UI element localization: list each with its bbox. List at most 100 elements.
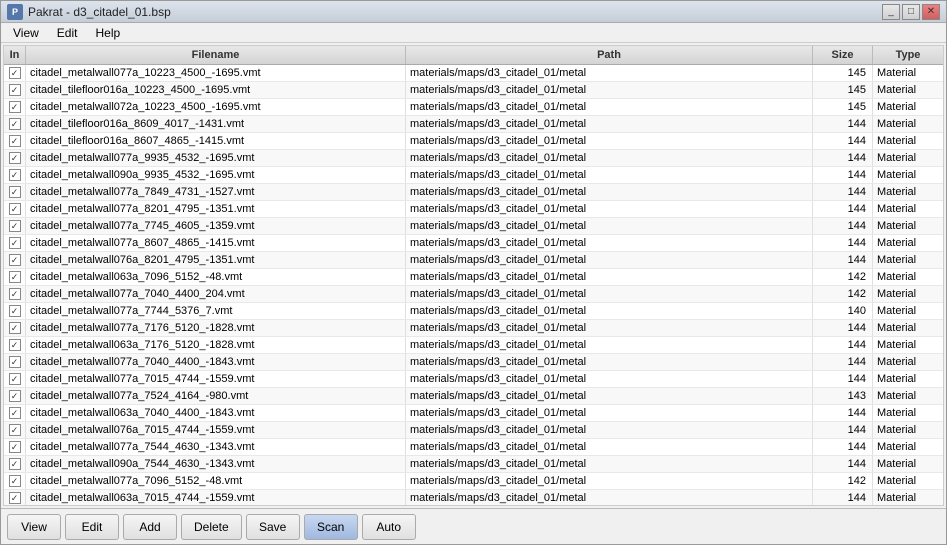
cell-checkbox-2[interactable] — [4, 99, 26, 115]
checkbox-7[interactable] — [9, 186, 21, 198]
checkbox-18[interactable] — [9, 373, 21, 385]
cell-checkbox-8[interactable] — [4, 201, 26, 217]
cell-checkbox-21[interactable] — [4, 422, 26, 438]
cell-checkbox-16[interactable] — [4, 337, 26, 353]
minimize-button[interactable]: _ — [882, 4, 900, 20]
checkbox-22[interactable] — [9, 441, 21, 453]
cell-checkbox-20[interactable] — [4, 405, 26, 421]
cell-checkbox-5[interactable] — [4, 150, 26, 166]
menu-edit[interactable]: Edit — [49, 24, 86, 42]
cell-checkbox-9[interactable] — [4, 218, 26, 234]
checkbox-2[interactable] — [9, 101, 21, 113]
cell-checkbox-11[interactable] — [4, 252, 26, 268]
cell-checkbox-18[interactable] — [4, 371, 26, 387]
checkbox-4[interactable] — [9, 135, 21, 147]
checkbox-24[interactable] — [9, 475, 21, 487]
table-row[interactable]: citadel_metalwall063a_7015_4744_-1559.vm… — [4, 490, 943, 505]
cell-checkbox-23[interactable] — [4, 456, 26, 472]
checkbox-14[interactable] — [9, 305, 21, 317]
table-body[interactable]: citadel_metalwall077a_10223_4500_-1695.v… — [4, 65, 943, 505]
checkbox-13[interactable] — [9, 288, 21, 300]
checkbox-6[interactable] — [9, 169, 21, 181]
scan-button[interactable]: Scan — [304, 514, 358, 540]
checkbox-23[interactable] — [9, 458, 21, 470]
cell-type-15: Material — [873, 320, 943, 336]
cell-checkbox-3[interactable] — [4, 116, 26, 132]
close-button[interactable]: ✕ — [922, 4, 940, 20]
table-row[interactable]: citadel_metalwall076a_7015_4744_-1559.vm… — [4, 422, 943, 439]
delete-button[interactable]: Delete — [181, 514, 242, 540]
table-row[interactable]: citadel_metalwall077a_7849_4731_-1527.vm… — [4, 184, 943, 201]
table-row[interactable]: citadel_metalwall077a_7176_5120_-1828.vm… — [4, 320, 943, 337]
table-row[interactable]: citadel_tilefloor016a_8607_4865_-1415.vm… — [4, 133, 943, 150]
cell-path-1: materials/maps/d3_citadel_01/metal — [406, 82, 813, 98]
table-row[interactable]: citadel_metalwall063a_7096_5152_-48.vmt … — [4, 269, 943, 286]
cell-checkbox-6[interactable] — [4, 167, 26, 183]
cell-checkbox-7[interactable] — [4, 184, 26, 200]
table-row[interactable]: citadel_metalwall077a_7015_4744_-1559.vm… — [4, 371, 943, 388]
checkbox-5[interactable] — [9, 152, 21, 164]
checkbox-15[interactable] — [9, 322, 21, 334]
cell-type-20: Material — [873, 405, 943, 421]
save-button[interactable]: Save — [246, 514, 300, 540]
cell-size-21: 144 — [813, 422, 873, 438]
table-row[interactable]: citadel_metalwall077a_7040_4400_204.vmt … — [4, 286, 943, 303]
table-row[interactable]: citadel_tilefloor016a_10223_4500_-1695.v… — [4, 82, 943, 99]
checkbox-3[interactable] — [9, 118, 21, 130]
table-row[interactable]: citadel_metalwall077a_7040_4400_-1843.vm… — [4, 354, 943, 371]
table-row[interactable]: citadel_metalwall077a_8607_4865_-1415.vm… — [4, 235, 943, 252]
add-button[interactable]: Add — [123, 514, 177, 540]
auto-button[interactable]: Auto — [362, 514, 416, 540]
checkbox-1[interactable] — [9, 84, 21, 96]
checkbox-10[interactable] — [9, 237, 21, 249]
cell-checkbox-13[interactable] — [4, 286, 26, 302]
table-row[interactable]: citadel_tilefloor016a_8609_4017_-1431.vm… — [4, 116, 943, 133]
table-row[interactable]: citadel_metalwall077a_7524_4164_-980.vmt… — [4, 388, 943, 405]
menu-help[interactable]: Help — [87, 24, 128, 42]
checkbox-16[interactable] — [9, 339, 21, 351]
table-row[interactable]: citadel_metalwall077a_9935_4532_-1695.vm… — [4, 150, 943, 167]
table-row[interactable]: citadel_metalwall063a_7040_4400_-1843.vm… — [4, 405, 943, 422]
cell-checkbox-22[interactable] — [4, 439, 26, 455]
table-row[interactable]: citadel_metalwall077a_7544_4630_-1343.vm… — [4, 439, 943, 456]
menu-view[interactable]: View — [5, 24, 47, 42]
cell-checkbox-4[interactable] — [4, 133, 26, 149]
view-button[interactable]: View — [7, 514, 61, 540]
cell-checkbox-10[interactable] — [4, 235, 26, 251]
table-row[interactable]: citadel_metalwall077a_7745_4605_-1359.vm… — [4, 218, 943, 235]
bottom-toolbar: View Edit Add Delete Save Scan Auto — [1, 508, 946, 544]
cell-checkbox-17[interactable] — [4, 354, 26, 370]
cell-filename-16: citadel_metalwall063a_7176_5120_-1828.vm… — [26, 337, 406, 353]
table-row[interactable]: citadel_metalwall076a_8201_4795_-1351.vm… — [4, 252, 943, 269]
table-row[interactable]: citadel_metalwall090a_7544_4630_-1343.vm… — [4, 456, 943, 473]
table-row[interactable]: citadel_metalwall077a_10223_4500_-1695.v… — [4, 65, 943, 82]
checkbox-11[interactable] — [9, 254, 21, 266]
table-row[interactable]: citadel_metalwall072a_10223_4500_-1695.v… — [4, 99, 943, 116]
checkbox-9[interactable] — [9, 220, 21, 232]
cell-checkbox-0[interactable] — [4, 65, 26, 81]
checkbox-8[interactable] — [9, 203, 21, 215]
cell-checkbox-24[interactable] — [4, 473, 26, 489]
cell-checkbox-25[interactable] — [4, 490, 26, 505]
cell-filename-21: citadel_metalwall076a_7015_4744_-1559.vm… — [26, 422, 406, 438]
checkbox-21[interactable] — [9, 424, 21, 436]
cell-checkbox-1[interactable] — [4, 82, 26, 98]
cell-checkbox-15[interactable] — [4, 320, 26, 336]
checkbox-20[interactable] — [9, 407, 21, 419]
cell-checkbox-14[interactable] — [4, 303, 26, 319]
checkbox-19[interactable] — [9, 390, 21, 402]
edit-button[interactable]: Edit — [65, 514, 119, 540]
checkbox-17[interactable] — [9, 356, 21, 368]
cell-checkbox-12[interactable] — [4, 269, 26, 285]
table-row[interactable]: citadel_metalwall077a_7096_5152_-48.vmt … — [4, 473, 943, 490]
maximize-button[interactable]: □ — [902, 4, 920, 20]
table-row[interactable]: citadel_metalwall077a_7744_5376_7.vmt ma… — [4, 303, 943, 320]
cell-type-22: Material — [873, 439, 943, 455]
cell-checkbox-19[interactable] — [4, 388, 26, 404]
table-row[interactable]: citadel_metalwall077a_8201_4795_-1351.vm… — [4, 201, 943, 218]
table-row[interactable]: citadel_metalwall090a_9935_4532_-1695.vm… — [4, 167, 943, 184]
checkbox-12[interactable] — [9, 271, 21, 283]
checkbox-0[interactable] — [9, 67, 21, 79]
table-row[interactable]: citadel_metalwall063a_7176_5120_-1828.vm… — [4, 337, 943, 354]
checkbox-25[interactable] — [9, 492, 21, 504]
